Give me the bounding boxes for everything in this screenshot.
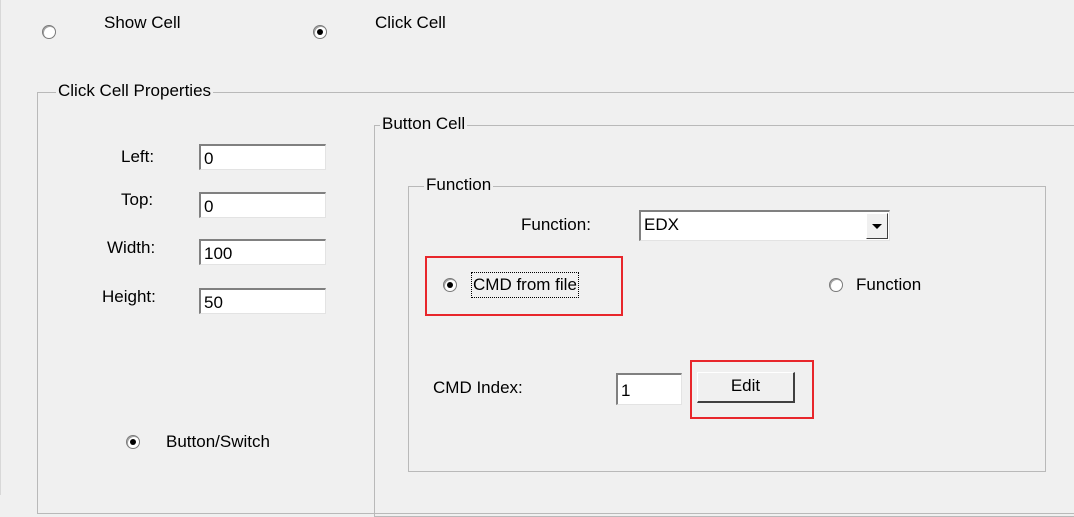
left-input[interactable]: 0 <box>199 144 326 170</box>
show-cell-label: Show Cell <box>104 13 181 32</box>
height-label: Height: <box>102 287 156 306</box>
edit-button[interactable]: Edit <box>697 372 795 403</box>
function-group-title: Function <box>424 175 494 195</box>
top-label: Top: <box>121 190 154 209</box>
chevron-down-icon[interactable] <box>866 213 888 239</box>
click-cell-radio[interactable] <box>313 25 327 39</box>
width-label: Width: <box>107 238 156 257</box>
click-cell-properties-title: Click Cell Properties <box>56 81 214 101</box>
function-dropdown[interactable]: EDX <box>639 210 890 241</box>
function-radio[interactable] <box>829 278 843 292</box>
cmd-index-input[interactable]: 1 <box>616 373 682 405</box>
click-cell-label: Click Cell <box>375 13 446 32</box>
width-input[interactable]: 100 <box>199 239 326 265</box>
left-label: Left: <box>121 147 155 166</box>
top-input[interactable]: 0 <box>199 192 326 218</box>
cmd-from-file-label: CMD from file <box>471 272 579 298</box>
cmd-from-file-radio[interactable] <box>443 278 457 292</box>
function-radio-label: Function <box>856 275 922 294</box>
height-input[interactable]: 50 <box>199 288 326 314</box>
button-switch-radio[interactable] <box>126 435 140 449</box>
function-dropdown-value: EDX <box>644 215 679 234</box>
button-switch-label: Button/Switch <box>166 432 270 451</box>
left-edge-divider <box>0 0 1 495</box>
show-cell-radio[interactable] <box>42 25 56 39</box>
function-label: Function: <box>521 215 591 234</box>
button-cell-title: Button Cell <box>380 114 468 134</box>
cmd-index-label: CMD Index: <box>433 378 523 397</box>
